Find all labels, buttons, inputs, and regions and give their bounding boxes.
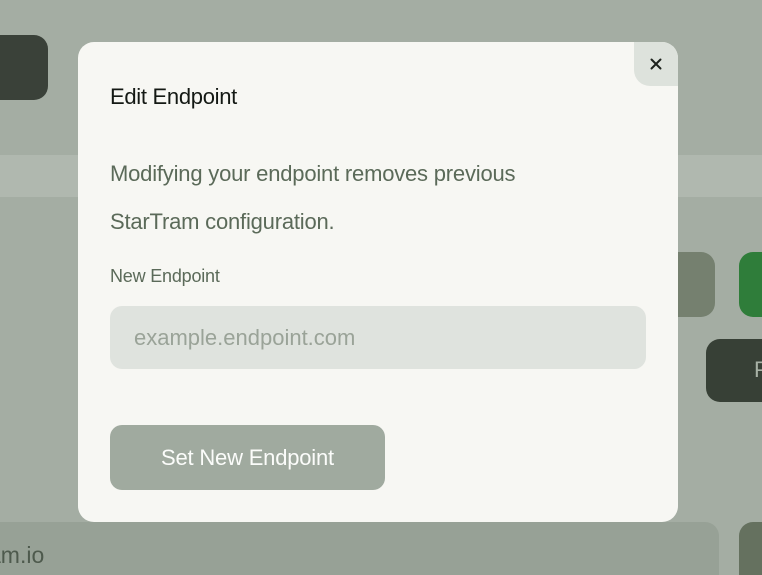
background-logo-glyph: ฤฤ: [0, 264, 20, 286]
modal-description: Modifying your endpoint removes previous…: [110, 150, 650, 246]
edit-endpoint-modal: Edit Endpoint Modifying your endpoint re…: [78, 42, 678, 522]
modal-description-line-1: Modifying your endpoint removes previous: [110, 161, 516, 186]
modal-title: Edit Endpoint: [110, 84, 237, 109]
background-button-top: [0, 35, 48, 100]
modal-description-line-2: StarTram configuration.: [110, 209, 335, 234]
app-stage: ฤฤ ing P am.io Edit Endpoint Modifying y…: [0, 0, 762, 575]
close-button[interactable]: [634, 42, 678, 86]
background-text-fragment: ing: [0, 364, 40, 390]
background-button-dark: P: [706, 339, 762, 402]
background-input-text: am.io: [0, 542, 45, 568]
close-icon: [650, 58, 662, 70]
background-button-green: [739, 252, 762, 317]
set-new-endpoint-button[interactable]: Set New Endpoint: [110, 425, 385, 490]
background-glyph-text: ฤฤ: [0, 276, 15, 286]
background-input: am.io: [0, 522, 719, 575]
new-endpoint-label: New Endpoint: [110, 266, 220, 286]
background-button-dark-label: P: [754, 357, 762, 382]
new-endpoint-input[interactable]: [110, 306, 646, 369]
background-button-bottom: [739, 522, 762, 575]
